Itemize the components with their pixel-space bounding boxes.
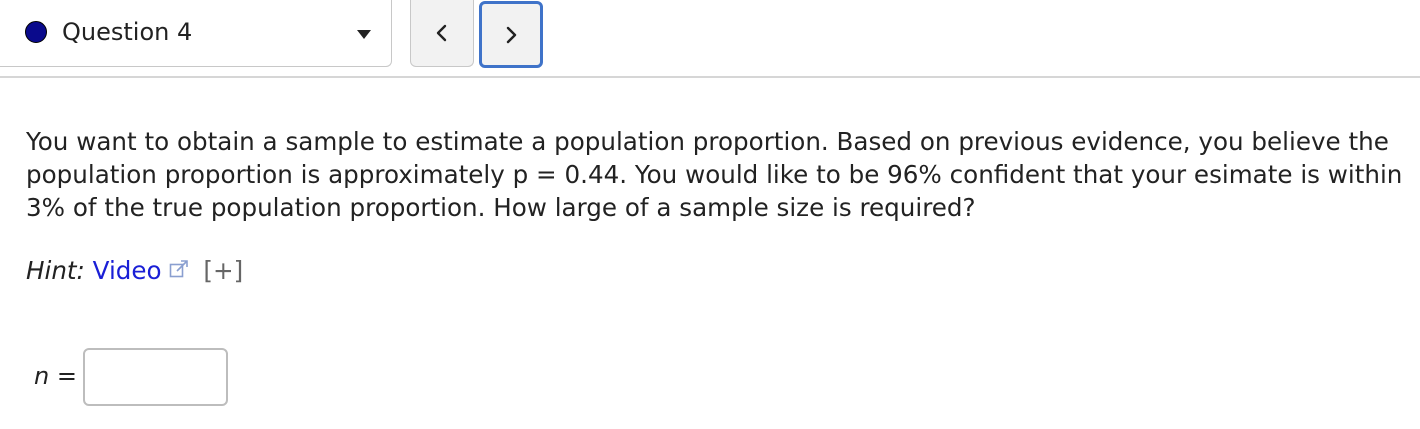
external-link-icon[interactable]: [168, 258, 190, 280]
question-status-dot-icon: [25, 21, 47, 43]
answer-equals: =: [56, 362, 77, 390]
hint-label: Hint:: [26, 256, 85, 285]
question-text: You want to obtain a sample to estimate …: [26, 127, 1403, 222]
previous-question-button[interactable]: [410, 0, 474, 67]
question-select-label: Question 4: [62, 18, 193, 46]
sample-size-input[interactable]: [83, 348, 228, 406]
question-select[interactable]: Question 4: [0, 0, 392, 67]
hint-expand-toggle[interactable]: [+]: [203, 256, 243, 285]
answer-variable: n: [34, 362, 50, 390]
answer-label: n =: [34, 361, 77, 391]
toolbar-divider: [0, 76, 1420, 78]
caret-down-icon: [357, 30, 371, 39]
next-question-button[interactable]: [479, 1, 543, 68]
chevron-left-icon: [436, 24, 447, 42]
question-toolbar: Question 4: [0, 0, 1420, 78]
hint-row: Hint: Video [+]: [26, 254, 243, 288]
hint-video-link[interactable]: Video: [93, 256, 162, 285]
chevron-right-icon: [506, 26, 517, 43]
